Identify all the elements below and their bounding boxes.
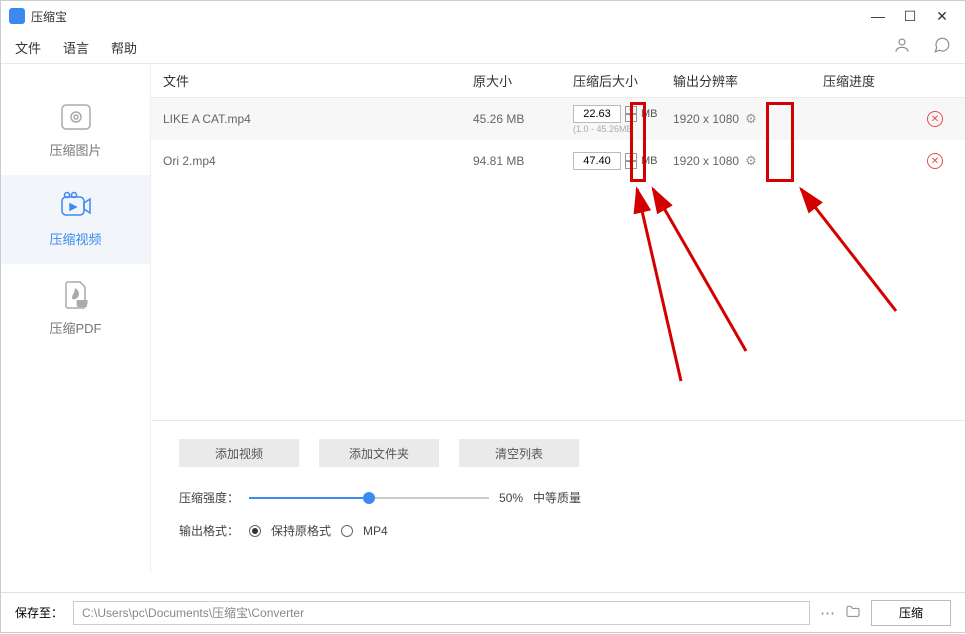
window-controls: ― ☐ ✕	[871, 8, 957, 25]
add-video-button[interactable]: 添加视频	[179, 439, 299, 467]
file-resolution: 1920 x 1080 ⚙	[673, 153, 823, 169]
col-res: 输出分辨率	[673, 71, 823, 90]
app-title: 压缩宝	[31, 8, 871, 25]
size-input[interactable]	[573, 152, 621, 170]
gear-icon[interactable]: ⚙	[745, 111, 757, 127]
col-after: 压缩后大小	[573, 71, 673, 90]
minimize-button[interactable]: ―	[871, 8, 885, 24]
col-orig: 原大小	[473, 71, 573, 90]
sidebar-label: 压缩图片	[49, 140, 101, 159]
app-icon	[9, 8, 25, 24]
save-path-input[interactable]	[73, 601, 810, 625]
delete-button[interactable]: ✕	[927, 153, 943, 169]
titlebar: 压缩宝 ― ☐ ✕	[1, 1, 965, 31]
size-range: (1.0 - 45.26MB	[573, 124, 673, 134]
menu-help[interactable]: 帮助	[111, 38, 137, 57]
sidebar-item-pdf[interactable]: PDF 压缩PDF	[1, 264, 150, 353]
file-after-size: ▲▼ MB	[573, 152, 673, 170]
delete-button[interactable]: ✕	[927, 111, 943, 127]
keep-format-label: 保持原格式	[271, 522, 331, 539]
file-row: Ori 2.mp4 94.81 MB ▲▼ MB 1920 x 1080 ⚙ ✕	[151, 140, 965, 182]
chat-icon[interactable]	[933, 36, 951, 59]
sidebar-item-image[interactable]: 压缩图片	[1, 86, 150, 175]
file-after-size: ▲▼ MB (1.0 - 45.26MB	[573, 105, 673, 134]
gear-icon[interactable]: ⚙	[745, 153, 757, 169]
file-name: LIKE A CAT.mp4	[163, 112, 473, 126]
size-unit: MB	[641, 108, 658, 120]
sidebar-label: 压缩PDF	[49, 318, 101, 337]
sidebar-label: 压缩视频	[49, 229, 101, 248]
size-spinner[interactable]: ▲▼	[625, 153, 637, 169]
main-area: 压缩图片 压缩视频 PDF 压缩PDF 文件 原大小 压缩后大小 输出分辨率 压…	[1, 63, 965, 573]
table-header: 文件 原大小 压缩后大小 输出分辨率 压缩进度	[151, 64, 965, 98]
file-row: LIKE A CAT.mp4 45.26 MB ▲▼ MB (1.0 - 45.…	[151, 98, 965, 140]
size-unit: MB	[641, 155, 658, 167]
file-orig-size: 45.26 MB	[473, 112, 573, 126]
video-icon	[59, 191, 93, 221]
more-icon[interactable]: ⋯	[820, 604, 835, 622]
footer: 保存至： ⋯ 压缩	[1, 592, 965, 632]
image-icon	[59, 102, 93, 132]
strength-value: 50%	[499, 491, 523, 505]
sidebar: 压缩图片 压缩视频 PDF 压缩PDF	[1, 64, 151, 573]
pdf-icon: PDF	[59, 280, 93, 310]
close-button[interactable]: ✕	[935, 8, 949, 25]
menubar: 文件 语言 帮助	[1, 31, 965, 63]
format-label: 输出格式：	[179, 522, 239, 539]
col-file: 文件	[163, 71, 473, 90]
clear-list-button[interactable]: 清空列表	[459, 439, 579, 467]
mp4-label: MP4	[363, 524, 388, 538]
bottom-panel: 添加视频 添加文件夹 清空列表 压缩强度： 50% 中等质量 输出格式： 保持原…	[151, 420, 965, 573]
folder-icon[interactable]	[845, 604, 861, 622]
row-actions: ✕	[823, 111, 953, 127]
resolution-value: 1920 x 1080	[673, 112, 739, 126]
file-resolution: 1920 x 1080 ⚙	[673, 111, 823, 127]
svg-text:PDF: PDF	[77, 301, 87, 307]
size-spinner[interactable]: ▲▼	[625, 106, 637, 122]
resolution-value: 1920 x 1080	[673, 154, 739, 168]
strength-slider[interactable]	[249, 497, 489, 499]
menu-language[interactable]: 语言	[63, 38, 89, 57]
row-actions: ✕	[823, 153, 953, 169]
size-input[interactable]	[573, 105, 621, 123]
save-to-label: 保存至：	[15, 604, 63, 621]
user-icon[interactable]	[893, 36, 911, 59]
maximize-button[interactable]: ☐	[903, 8, 917, 25]
menu-file[interactable]: 文件	[15, 38, 41, 57]
quality-label: 中等质量	[533, 489, 581, 506]
compress-button[interactable]: 压缩	[871, 600, 951, 626]
strength-label: 压缩强度：	[179, 489, 239, 506]
radio-keep-format[interactable]	[249, 525, 261, 537]
file-orig-size: 94.81 MB	[473, 154, 573, 168]
add-folder-button[interactable]: 添加文件夹	[319, 439, 439, 467]
file-rows: LIKE A CAT.mp4 45.26 MB ▲▼ MB (1.0 - 45.…	[151, 98, 965, 420]
file-name: Ori 2.mp4	[163, 154, 473, 168]
content: 文件 原大小 压缩后大小 输出分辨率 压缩进度 LIKE A CAT.mp4 4…	[151, 64, 965, 573]
col-prog: 压缩进度	[823, 71, 903, 90]
slider-thumb[interactable]	[363, 492, 375, 504]
radio-mp4[interactable]	[341, 525, 353, 537]
sidebar-item-video[interactable]: 压缩视频	[1, 175, 150, 264]
